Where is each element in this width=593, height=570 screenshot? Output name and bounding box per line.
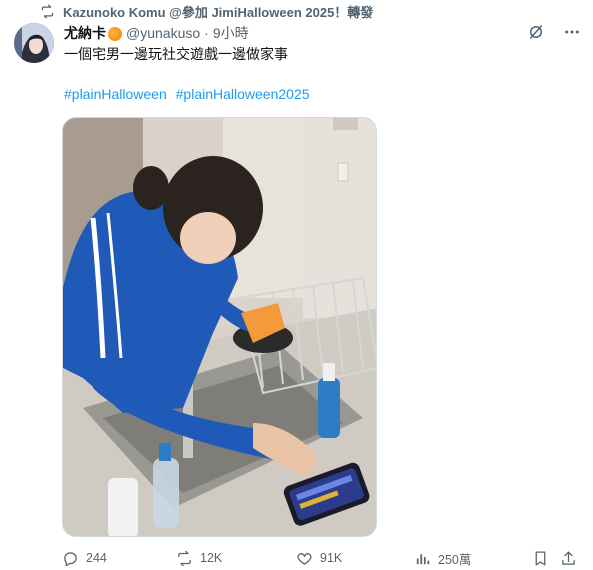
heart-icon xyxy=(297,552,312,565)
retweet-button[interactable]: 12K xyxy=(176,548,222,568)
hashtag-list: #plainHalloween #plainHalloween2025 xyxy=(64,86,315,102)
views-icon xyxy=(416,553,430,564)
retweet-indicator[interactable]: Kazunoko Komu @參加 JimiHalloween 2025！轉發 xyxy=(40,2,373,20)
separator-dot: · xyxy=(204,25,209,41)
reply-button[interactable]: 244 xyxy=(62,548,107,568)
tweet-media-photo[interactable] xyxy=(62,117,377,537)
user-handle[interactable]: @yunakuso xyxy=(126,25,200,41)
like-button[interactable]: 91K xyxy=(296,548,342,568)
share-button[interactable] xyxy=(560,548,577,568)
hashtag-link[interactable]: #plainHalloween2025 xyxy=(176,86,310,102)
reply-count: 244 xyxy=(86,551,107,565)
avatar[interactable] xyxy=(14,23,54,63)
retweet-icon xyxy=(178,550,191,566)
bookmark-button[interactable] xyxy=(532,548,549,568)
tweet-action-bar: 244 12K 91K 250萬 xyxy=(62,548,579,568)
tweet-header: 尤納卡 @yunakuso · 9小時 xyxy=(64,23,581,43)
views-button[interactable]: 250萬 xyxy=(414,548,471,568)
post-time[interactable]: 9小時 xyxy=(213,23,249,43)
view-count: 250萬 xyxy=(438,552,472,567)
hashtag-link[interactable]: #plainHalloween xyxy=(64,86,167,102)
tweet-text: 一個宅男一邊玩社交遊戲一邊做家事 xyxy=(64,46,288,62)
reply-icon xyxy=(64,551,77,566)
retweet-icon xyxy=(41,4,54,18)
like-count: 91K xyxy=(320,551,343,565)
more-icon[interactable] xyxy=(563,23,581,41)
orange-emoji-icon xyxy=(108,27,122,41)
retweet-text: Kazunoko Komu @參加 JimiHalloween 2025！轉發 xyxy=(63,4,374,20)
display-name[interactable]: 尤納卡 xyxy=(64,23,106,43)
share-icon xyxy=(562,550,575,565)
retweet-count: 12K xyxy=(200,551,223,565)
bookmark-icon xyxy=(535,550,546,566)
grok-icon[interactable] xyxy=(527,23,545,41)
